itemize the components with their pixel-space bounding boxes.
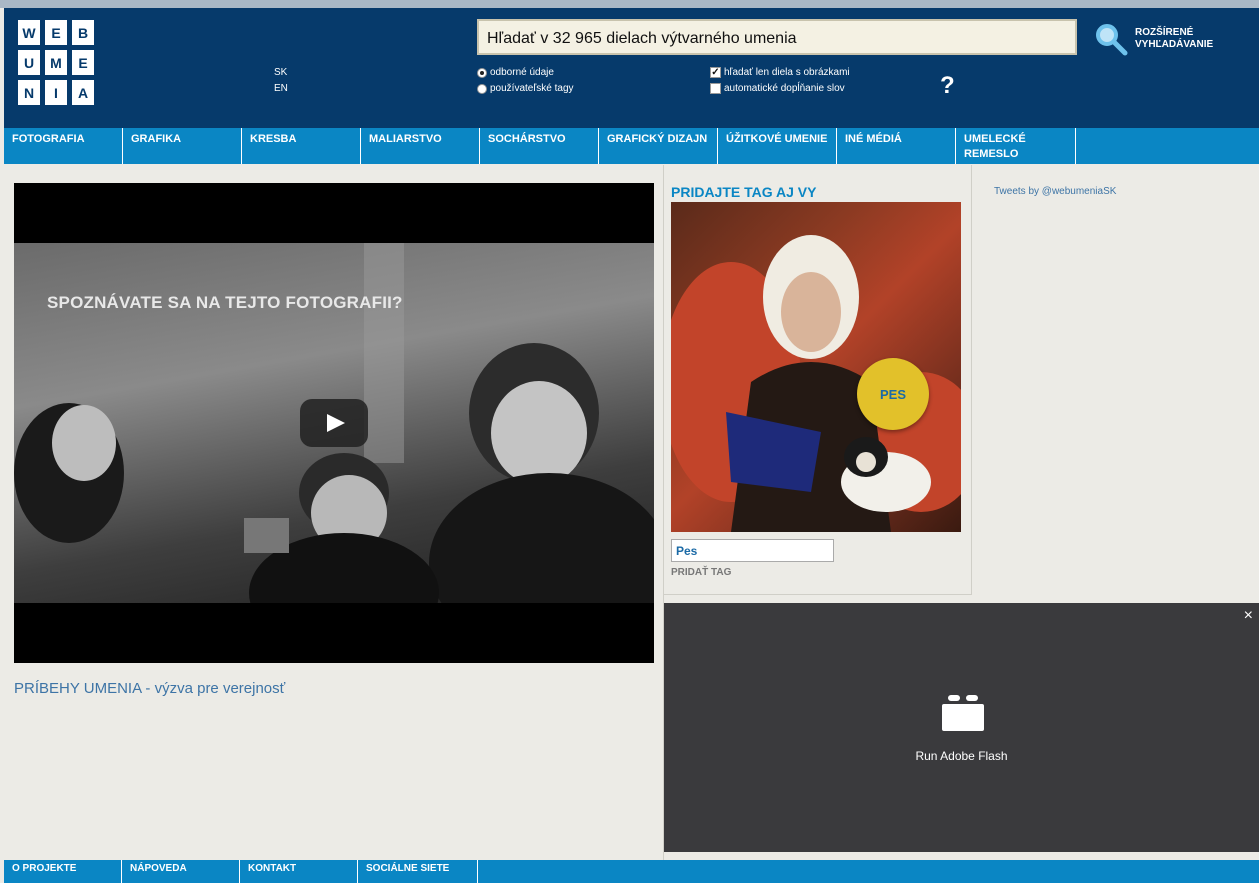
header: W E B U M E N I A SK EN Hľadať v 32 965 … (4, 8, 1259, 128)
nav-item-uzitkove-umenie[interactable]: ÚŽITKOVÉ UMENIE (718, 128, 837, 164)
advanced-line2: VYHĽADÁVANIE (1135, 39, 1214, 50)
add-tag-button[interactable]: PRIDAŤ TAG (671, 567, 731, 578)
footer-nav: O PROJEKTE NÁPOVEDA KONTAKT SOCIÁLNE SIE… (4, 860, 1259, 883)
tweets-link[interactable]: Tweets by @webumeniaSK (994, 186, 1116, 197)
footer-napoveda[interactable]: NÁPOVEDA (122, 860, 240, 883)
nav-item-maliarstvo[interactable]: MALIARSTVO (361, 128, 480, 164)
logo-letter: B (72, 20, 94, 45)
option-label: automatické dopĺňanie slov (724, 83, 845, 94)
category-nav: FOTOGRAFIA GRAFIKA KRESBA MALIARSTVO SOC… (4, 128, 1259, 164)
option-pouzivatelske-tagy[interactable]: používateľské tagy (477, 83, 574, 94)
option-label: odborné údaje (490, 67, 554, 78)
logo-letter: M (45, 50, 67, 75)
advanced-line1: ROZŠÍRENÉ (1135, 27, 1194, 38)
logo-letter: E (72, 50, 94, 75)
option-automaticke-doplnanie[interactable]: automatické dopĺňanie slov (710, 83, 845, 94)
webumenia-logo[interactable]: W E B U M E N I A (18, 20, 94, 108)
advanced-search-link[interactable]: ROZŠÍRENÉ VYHĽADÁVANIE (1135, 27, 1235, 51)
nav-item-ine-media[interactable]: INÉ MÉDIÁ (837, 128, 956, 164)
nav-item-umelecke-remeslo[interactable]: UMELECKÉ REMESLO (956, 128, 1076, 164)
close-icon[interactable]: × (1244, 607, 1253, 625)
footer-kontakt[interactable]: KONTAKT (240, 860, 358, 883)
logo-letter: N (18, 80, 40, 105)
logo-letter: U (18, 50, 40, 75)
tag-input[interactable]: Pes (671, 539, 834, 562)
option-odborne-udaje[interactable]: odborné údaje (477, 67, 554, 78)
nav-item-graficky-dizajn[interactable]: GRAFICKÝ DIZAJN (599, 128, 718, 164)
nav-item-fotografia[interactable]: FOTOGRAFIA (4, 128, 123, 164)
nav-item-grafika[interactable]: GRAFIKA (123, 128, 242, 164)
nav-item-socharstvo[interactable]: SOCHÁRSTVO (480, 128, 599, 164)
radio-selected[interactable] (477, 67, 487, 78)
play-button[interactable] (300, 399, 368, 447)
radio-unselected[interactable] (477, 83, 487, 94)
footer-o-projekte[interactable]: O PROJEKTE (4, 860, 122, 883)
option-len-s-obrazkami[interactable]: ✓ hľadať len diela s obrázkami (710, 67, 850, 78)
video-caption: SPOZNÁVATE SA NA TEJTO FOTOGRAFII? (47, 293, 403, 312)
footer-socialne-siete[interactable]: SOCIÁLNE SIETE (358, 860, 478, 883)
tag-section-title: PRIDAJTE TAG AJ VY (671, 184, 817, 200)
logo-letter: W (18, 20, 40, 45)
nav-item-kresba[interactable]: KRESBA (242, 128, 361, 164)
top-strip (0, 0, 1259, 8)
story-link[interactable]: PRÍBEHY UMENIA - výzva pre verejnosť (14, 680, 285, 697)
help-icon[interactable]: ? (940, 72, 955, 100)
column-divider (971, 165, 972, 595)
section-divider (664, 594, 972, 595)
search-magnifier-icon[interactable] (1094, 22, 1128, 56)
language-en-link[interactable]: EN (274, 83, 288, 94)
flash-placeholder[interactable]: × Run Adobe Flash (664, 603, 1259, 852)
plugin-icon (942, 695, 984, 731)
logo-letter: I (45, 80, 67, 105)
checkbox-unchecked[interactable] (710, 83, 721, 94)
option-label: používateľské tagy (490, 83, 574, 94)
run-flash-label[interactable]: Run Adobe Flash (664, 749, 1259, 763)
tag-bubble[interactable]: PES (857, 358, 929, 430)
logo-letter: A (72, 80, 94, 105)
logo-letter: E (45, 20, 67, 45)
video-player[interactable]: SPOZNÁVATE SA NA TEJTO FOTOGRAFII? (14, 183, 654, 663)
checkbox-checked[interactable]: ✓ (710, 67, 721, 78)
language-sk-link[interactable]: SK (274, 67, 287, 78)
option-label: hľadať len diela s obrázkami (724, 67, 850, 78)
search-input[interactable]: Hľadať v 32 965 dielach výtvarného umeni… (477, 19, 1077, 55)
